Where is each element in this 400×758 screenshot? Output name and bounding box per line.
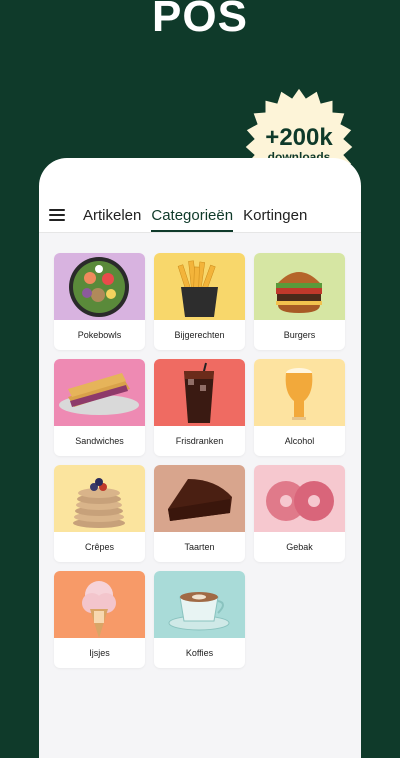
- category-card-alcohol[interactable]: Alcohol: [254, 359, 345, 456]
- category-label: Pokebowls: [77, 330, 122, 340]
- category-card-pokebowls[interactable]: Pokebowls: [54, 253, 145, 350]
- coffee-cup-icon: [154, 571, 245, 638]
- category-label: Bijgerechten: [174, 330, 225, 340]
- donut-image: [254, 465, 345, 532]
- category-card-frisdranken[interactable]: Frisdranken: [154, 359, 245, 456]
- category-card-gebak[interactable]: Gebak: [254, 465, 345, 562]
- category-grid: Pokebowls Bijgerechten Burgers Sandwiche…: [54, 253, 345, 668]
- fries-icon: [154, 253, 245, 320]
- hamburger-menu-icon[interactable]: [49, 209, 65, 221]
- beer-glass-icon: [254, 359, 345, 426]
- hero-title: POS: [0, 0, 400, 42]
- category-card-bijgerechten[interactable]: Bijgerechten: [154, 253, 245, 350]
- phone-screen: Artikelen Categorieën Kortingen Pokebowl…: [39, 158, 361, 758]
- category-label: Koffies: [185, 648, 214, 658]
- category-card-ijsjes[interactable]: Ijsjes: [54, 571, 145, 668]
- crepes-image: [54, 465, 145, 532]
- sandwich-image: [54, 359, 145, 426]
- pancake-stack-icon: [54, 465, 145, 532]
- beer-image: [254, 359, 345, 426]
- pokebowl-icon: [54, 253, 145, 320]
- ice-cream-icon: [54, 571, 145, 638]
- icecream-image: [54, 571, 145, 638]
- burger-image: [254, 253, 345, 320]
- cake-slice-icon: [154, 465, 245, 532]
- category-label: Alcohol: [284, 436, 315, 446]
- category-label: Gebak: [286, 542, 313, 552]
- coffee-image: [154, 571, 245, 638]
- category-label: Sandwiches: [75, 436, 124, 446]
- category-label: Crêpes: [84, 542, 114, 552]
- burger-icon: [254, 253, 345, 320]
- pokebowl-image: [54, 253, 145, 320]
- tab-kortingen[interactable]: Kortingen: [243, 201, 307, 230]
- tab-categorieen[interactable]: Categorieën: [151, 201, 233, 232]
- category-label: Taarten: [184, 542, 215, 552]
- donut-icon: [254, 465, 345, 532]
- category-label: Burgers: [283, 330, 316, 340]
- badge-main-text: +200k: [265, 124, 333, 151]
- category-card-koffies[interactable]: Koffies: [154, 571, 245, 668]
- tab-artikelen[interactable]: Artikelen: [83, 201, 141, 230]
- category-content: Pokebowls Bijgerechten Burgers Sandwiche…: [39, 233, 361, 758]
- category-card-burgers[interactable]: Burgers: [254, 253, 345, 350]
- category-card-crepes[interactable]: Crêpes: [54, 465, 145, 562]
- cake-image: [154, 465, 245, 532]
- category-card-taarten[interactable]: Taarten: [154, 465, 245, 562]
- top-tab-bar: Artikelen Categorieën Kortingen: [39, 198, 361, 233]
- fries-image: [154, 253, 245, 320]
- soda-image: [154, 359, 245, 426]
- hero-title-text: POS: [152, 0, 248, 41]
- category-card-sandwiches[interactable]: Sandwiches: [54, 359, 145, 456]
- soda-glass-icon: [154, 359, 245, 426]
- category-label: Ijsjes: [89, 648, 110, 658]
- sandwich-icon: [54, 359, 145, 426]
- category-label: Frisdranken: [175, 436, 224, 446]
